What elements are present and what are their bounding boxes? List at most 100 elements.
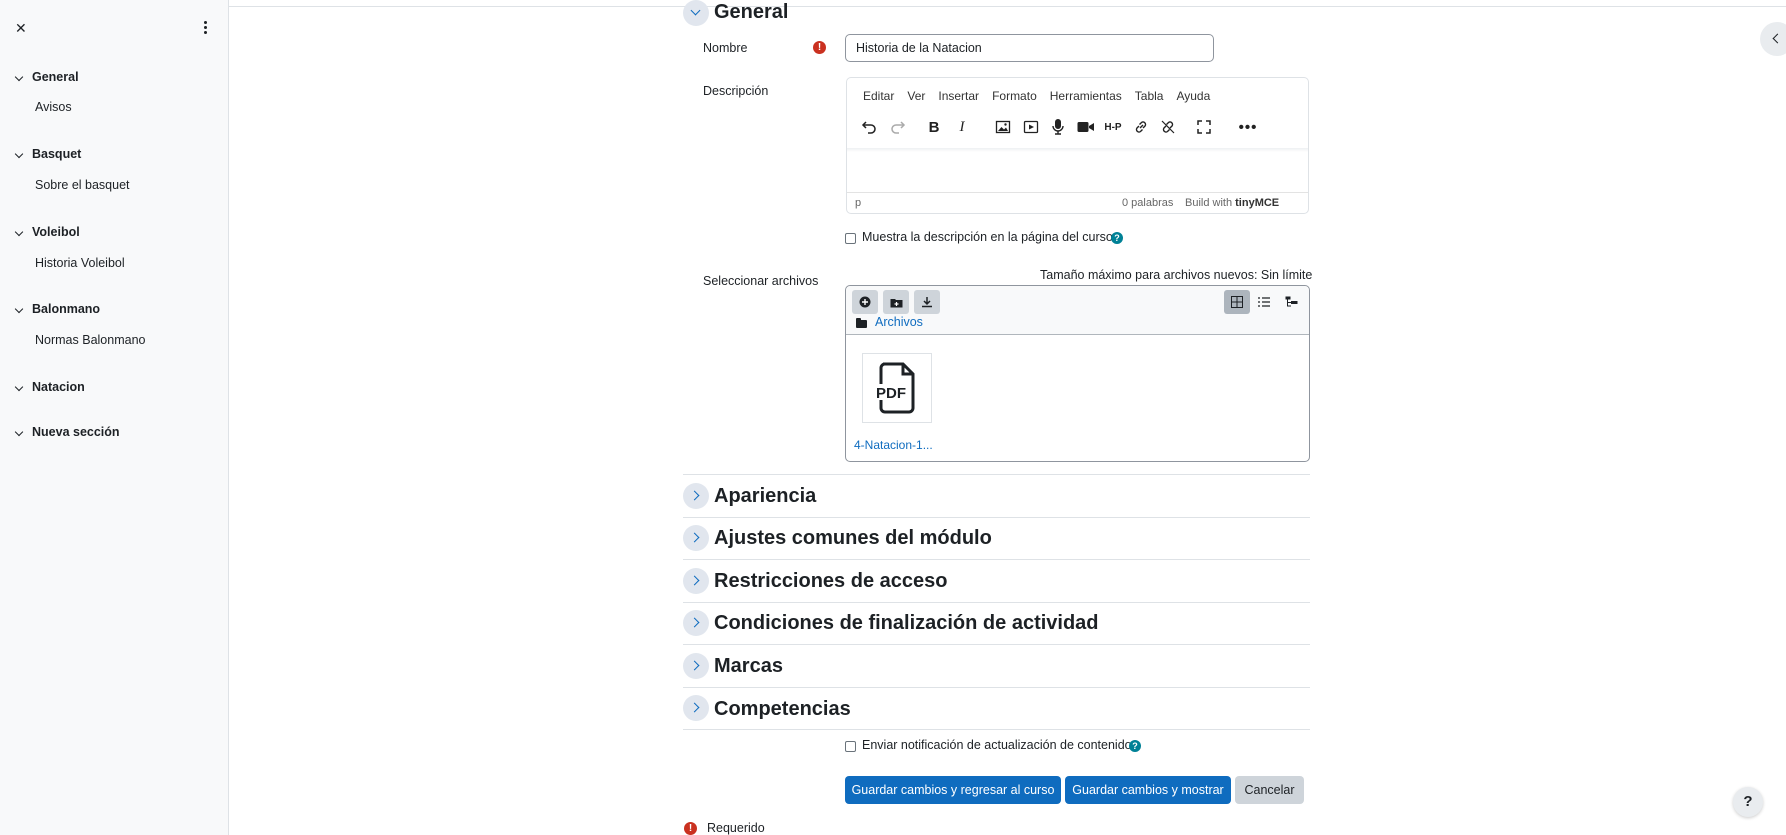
pdf-file-icon: PDF: [873, 362, 915, 414]
chevron-down-icon: [690, 5, 701, 16]
help-icon[interactable]: ?: [1129, 740, 1141, 752]
open-block-drawer-button[interactable]: [1760, 22, 1786, 56]
redo-icon[interactable]: [885, 114, 911, 140]
media-icon[interactable]: [1018, 114, 1044, 140]
help-icon[interactable]: ?: [1111, 232, 1123, 244]
bold-icon[interactable]: B: [921, 114, 947, 140]
chevron-down-icon: [14, 149, 24, 159]
list-view-icon[interactable]: [1251, 290, 1277, 314]
branding-prefix: Build with: [1185, 197, 1233, 209]
expand-condiciones-button[interactable]: [683, 610, 709, 636]
menu-insertar[interactable]: Insertar: [938, 89, 979, 103]
icon-view-icon[interactable]: [1224, 290, 1250, 314]
chevron-right-icon: [689, 617, 700, 628]
file-manager: Archivos PDF 4-Natacion-1...: [845, 285, 1310, 462]
undo-icon[interactable]: [856, 114, 882, 140]
chevron-left-icon: [1772, 33, 1783, 44]
create-folder-icon[interactable]: [883, 290, 909, 314]
section-divider: [683, 687, 1310, 688]
show-description-label: Muestra la descripción en la página del …: [862, 230, 1113, 244]
folder-icon: [856, 318, 867, 328]
menu-editar[interactable]: Editar: [863, 89, 894, 103]
word-count[interactable]: 0 palabras: [1122, 197, 1173, 209]
expand-apariencia-button[interactable]: [683, 483, 709, 509]
expand-restricciones-button[interactable]: [683, 568, 709, 594]
editor-toolbar: B I H-P •••: [855, 114, 1300, 144]
kebab-menu-icon[interactable]: [203, 21, 209, 36]
editor-menubar: Editar Ver Insertar Formato Herramientas…: [863, 89, 1223, 103]
section-title: Natacion: [32, 380, 85, 394]
fullscreen-icon[interactable]: [1191, 114, 1217, 140]
help-fab-button[interactable]: ?: [1733, 787, 1763, 817]
file-name-link[interactable]: 4-Natacion-1...: [854, 438, 933, 452]
activity-link[interactable]: Avisos: [35, 100, 72, 114]
image-icon[interactable]: [990, 114, 1016, 140]
section-divider: [683, 559, 1310, 560]
file-manager-toolbar: Archivos: [846, 286, 1309, 335]
chevron-right-icon: [689, 490, 700, 501]
cancel-button[interactable]: Cancelar: [1235, 776, 1304, 804]
select-files-label: Seleccionar archivos: [703, 274, 819, 288]
editor-branding[interactable]: Build with tinyMCE: [1185, 197, 1279, 209]
file-thumbnail[interactable]: PDF: [862, 353, 932, 423]
expand-competencias-button[interactable]: [683, 695, 709, 721]
menu-tabla[interactable]: Tabla: [1135, 89, 1164, 103]
more-icon[interactable]: •••: [1235, 114, 1261, 140]
section-header-condiciones[interactable]: Condiciones de finalización de actividad: [714, 612, 1099, 635]
folder-path-link[interactable]: Archivos: [875, 315, 923, 329]
section-divider: [683, 644, 1310, 645]
max-size-text: Tamaño máximo para archivos nuevos: Sin …: [1040, 268, 1313, 282]
section-title: Voleibol: [32, 225, 80, 239]
collapse-general-button[interactable]: [683, 0, 709, 26]
menu-ayuda[interactable]: Ayuda: [1176, 89, 1210, 103]
chevron-down-icon: [14, 72, 24, 82]
download-icon[interactable]: [914, 290, 940, 314]
chevron-right-icon: [689, 660, 700, 671]
chevron-down-icon: [14, 304, 24, 314]
add-file-icon[interactable]: [852, 290, 878, 314]
save-display-button[interactable]: Guardar cambios y mostrar: [1065, 776, 1231, 804]
microphone-icon[interactable]: [1045, 114, 1071, 140]
chevron-down-icon: [14, 382, 24, 392]
section-header-restricciones[interactable]: Restricciones de acceso: [714, 570, 947, 593]
activity-link[interactable]: Sobre el basquet: [35, 178, 130, 192]
pdf-label: PDF: [876, 385, 906, 402]
notify-checkbox[interactable]: [845, 741, 856, 752]
section-title: Basquet: [32, 147, 82, 161]
branding-name: tinyMCE: [1235, 197, 1280, 209]
section-header-competencias[interactable]: Competencias: [714, 698, 851, 721]
video-camera-icon[interactable]: [1073, 114, 1099, 140]
menu-herramientas[interactable]: Herramientas: [1050, 89, 1122, 103]
section-divider: [683, 517, 1310, 518]
chevron-down-icon: [14, 227, 24, 237]
element-path[interactable]: p: [855, 197, 861, 209]
save-return-button[interactable]: Guardar cambios y regresar al curso: [845, 776, 1061, 804]
toolbar-shadow: [847, 148, 1308, 152]
section-title: General: [32, 70, 79, 84]
show-description-checkbox[interactable]: [845, 233, 856, 244]
section-header-marcas[interactable]: Marcas: [714, 655, 783, 678]
chevron-right-icon: [689, 702, 700, 713]
unlink-icon[interactable]: [1155, 114, 1181, 140]
italic-icon[interactable]: I: [949, 114, 975, 140]
description-label: Descripción: [703, 84, 769, 98]
section-header-apariencia[interactable]: Apariencia: [714, 485, 816, 508]
activity-link[interactable]: Historia Voleibol: [35, 256, 125, 270]
description-editor[interactable]: Editar Ver Insertar Formato Herramientas…: [846, 77, 1309, 214]
name-label: Nombre: [703, 41, 748, 55]
tree-view-icon[interactable]: [1278, 290, 1304, 314]
expand-ajustes-button[interactable]: [683, 525, 709, 551]
section-header-ajustes[interactable]: Ajustes comunes del módulo: [714, 527, 992, 550]
menu-formato[interactable]: Formato: [992, 89, 1037, 103]
close-drawer-icon[interactable]: ✕: [15, 20, 27, 37]
course-index-drawer: ✕ General Avisos Basquet Sobre el basque…: [0, 0, 229, 835]
section-divider: [683, 474, 1310, 475]
link-icon[interactable]: [1128, 114, 1154, 140]
name-input[interactable]: [845, 34, 1214, 62]
required-icon: !: [684, 822, 697, 835]
activity-link[interactable]: Normas Balonmano: [35, 333, 145, 347]
h5p-icon[interactable]: H-P: [1100, 114, 1126, 140]
expand-marcas-button[interactable]: [683, 653, 709, 679]
menu-ver[interactable]: Ver: [907, 89, 925, 103]
section-header-general[interactable]: General: [714, 1, 788, 24]
